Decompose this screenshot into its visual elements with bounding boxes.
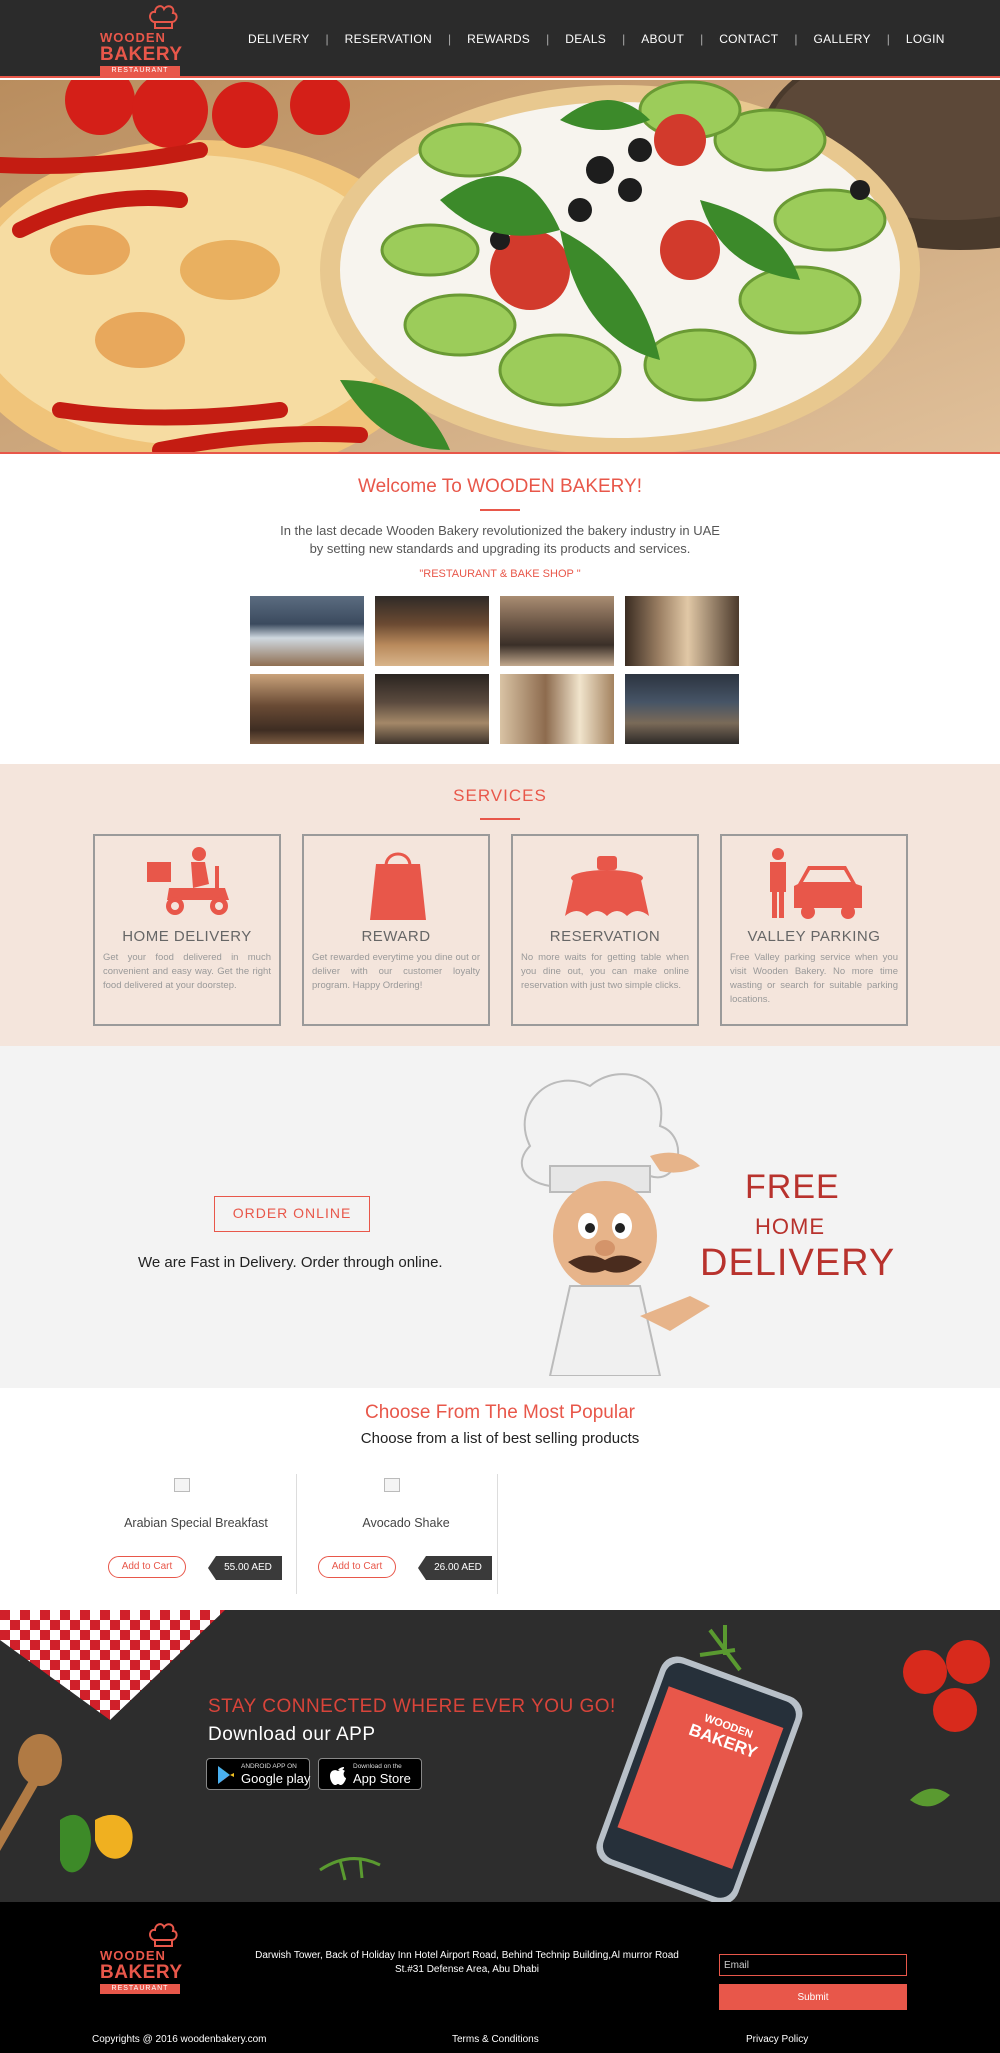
- nav-rewards[interactable]: REWARDS: [451, 32, 546, 46]
- chef-mascot-image: [520, 1073, 710, 1376]
- welcome-line-1: In the last decade Wooden Bakery revolut…: [280, 523, 720, 538]
- add-to-cart-button[interactable]: Add to Cart: [318, 1556, 396, 1578]
- order-online-button[interactable]: ORDER ONLINE: [214, 1196, 370, 1232]
- add-to-cart-button[interactable]: Add to Cart: [108, 1556, 186, 1578]
- delivery-text: DELIVERY: [700, 1242, 896, 1284]
- price-tag: 55.00 AED: [208, 1556, 282, 1580]
- service-card-reservation[interactable]: RESERVATION No more waits for getting ta…: [511, 834, 699, 1026]
- hero-banner-image: [0, 80, 1000, 454]
- order-online-section: ORDER ONLINE We are Fast in Delivery. Or…: [0, 1046, 1000, 1388]
- title-underline: [480, 509, 520, 511]
- broken-image-icon: [384, 1478, 400, 1492]
- app-background-image: [0, 1610, 990, 1902]
- service-description: No more waits for getting table when you…: [521, 952, 689, 991]
- popular-title: Choose From The Most Popular: [365, 1402, 635, 1423]
- shopping-bag-icon: [370, 852, 426, 920]
- welcome-tagline: "RESTAURANT & BAKE SHOP ": [419, 568, 581, 580]
- welcome-line-2: by setting new standards and upgrading i…: [309, 541, 691, 556]
- app-subheading: Download our APP: [208, 1724, 376, 1745]
- order-tagline: We are Fast in Delivery. Order through o…: [138, 1254, 443, 1271]
- service-name: REWARD: [361, 928, 431, 945]
- gallery-photo[interactable]: [250, 674, 364, 744]
- logo-line-2: BAKERY: [100, 44, 183, 65]
- privacy-link[interactable]: Privacy Policy: [746, 2034, 808, 2045]
- gallery-photo[interactable]: [500, 674, 614, 744]
- free-text: FREE: [745, 1168, 840, 1206]
- gallery-photo[interactable]: [375, 674, 489, 744]
- services-title: SERVICES: [453, 786, 547, 805]
- nav-gallery[interactable]: GALLERY: [798, 32, 887, 46]
- newsletter-email-input[interactable]: [719, 1954, 907, 1976]
- app-download-section: WOODEN BAKERY STAY CONNECTED WHERE EVER …: [0, 1610, 1000, 1902]
- popular-subtitle: Choose from a list of best selling produ…: [360, 1430, 640, 1447]
- logo[interactable]: WOODEN BAKERY RESTAURANT: [100, 4, 183, 76]
- app-store-label: App Store: [353, 1771, 411, 1786]
- footer-address-line-2: St.#31 Defense Area, Abu Dhabi: [395, 1964, 539, 1975]
- title-underline: [480, 818, 520, 820]
- nav-about[interactable]: ABOUT: [625, 32, 700, 46]
- restaurant-gallery: [250, 596, 750, 746]
- footer-logo[interactable]: WOODEN BAKERY RESTAURANT: [100, 1922, 183, 1994]
- service-name: HOME DELIVERY: [122, 928, 252, 945]
- gallery-photo[interactable]: [625, 596, 739, 666]
- service-name: VALLEY PARKING: [747, 928, 881, 945]
- chef-hat-icon: [149, 5, 178, 29]
- divider: [296, 1474, 297, 1594]
- service-card-valley-parking[interactable]: VALLEY PARKING Free Valley parking servi…: [720, 834, 908, 1026]
- logo-line-2: BAKERY: [100, 1962, 183, 1983]
- nav-reservation[interactable]: RESERVATION: [329, 32, 448, 46]
- chef-hat-icon: [149, 1923, 178, 1947]
- app-store-small: Download on the: [353, 1763, 402, 1770]
- app-heading: STAY CONNECTED WHERE EVER YOU GO!: [208, 1696, 616, 1717]
- site-footer: WOODEN BAKERY RESTAURANT Darwish Tower, …: [0, 1902, 1000, 2053]
- main-nav: DELIVERY | RESERVATION | REWARDS | DEALS | A…: [232, 30, 961, 48]
- gallery-photo[interactable]: [250, 596, 364, 666]
- service-card-reward[interactable]: REWARD Get rewarded everytime you dine o…: [302, 834, 490, 1026]
- welcome-section: Welcome To WOODEN BAKERY! In the last de…: [0, 456, 1000, 764]
- google-play-label: Google play: [241, 1771, 311, 1786]
- product-name[interactable]: Avocado Shake: [312, 1516, 500, 1530]
- google-play-button[interactable]: ANDROID APP ON Google play: [206, 1758, 310, 1790]
- service-description: Get rewarded everytime you dine out or d…: [312, 952, 480, 991]
- service-card-home-delivery[interactable]: HOME DELIVERY Get your food delivered in…: [93, 834, 281, 1026]
- divider: [497, 1474, 498, 1594]
- service-description: Free Valley parking service when you vis…: [730, 952, 898, 1005]
- welcome-title: Welcome To WOODEN BAKERY!: [357, 476, 643, 497]
- service-description: Get your food delivered in much convenie…: [103, 952, 271, 991]
- footer-address-line-1: Darwish Tower, Back of Holiday Inn Hotel…: [255, 1950, 679, 1961]
- nav-contact[interactable]: CONTACT: [703, 32, 794, 46]
- app-store-button[interactable]: Download on the App Store: [318, 1758, 422, 1790]
- home-text: HOME: [755, 1214, 825, 1239]
- scooter-icon: [147, 847, 229, 915]
- gallery-photo[interactable]: [375, 596, 489, 666]
- terms-link[interactable]: Terms & Conditions: [452, 2034, 539, 2045]
- price-tag: 26.00 AED: [418, 1556, 492, 1580]
- gallery-photo[interactable]: [500, 596, 614, 666]
- gallery-photo[interactable]: [625, 674, 739, 744]
- services-section: SERVICES HOME DELIVERY Get your food del…: [0, 764, 1000, 1046]
- copyright-text: Copyrights @ 2016 woodenbakery.com: [92, 2034, 267, 2045]
- logo-line-1: WOODEN: [100, 30, 166, 45]
- product-name[interactable]: Arabian Special Breakfast: [102, 1516, 290, 1530]
- apple-icon: [330, 1767, 346, 1785]
- google-play-icon: [218, 1766, 234, 1784]
- site-header: WOODEN BAKERY RESTAURANT DELIVERY | RESER…: [0, 0, 1000, 78]
- nav-login[interactable]: LOGIN: [890, 32, 961, 46]
- logo-line-1: WOODEN: [100, 1948, 166, 1963]
- google-play-small: ANDROID APP ON: [241, 1763, 297, 1770]
- product-card: Avocado Shake Add to Cart 26.00 AED: [312, 1474, 520, 1592]
- popular-products-section: Choose From The Most Popular Choose from…: [0, 1388, 1000, 1610]
- nav-delivery[interactable]: DELIVERY: [232, 32, 326, 46]
- newsletter-submit-button[interactable]: Submit: [719, 1984, 907, 2010]
- valet-car-icon: [770, 848, 862, 919]
- product-card: Arabian Special Breakfast Add to Cart 55…: [102, 1474, 310, 1592]
- nav-deals[interactable]: DEALS: [549, 32, 622, 46]
- logo-line-3: RESTAURANT: [100, 66, 180, 76]
- pizza-salad-image: [0, 80, 1000, 452]
- broken-image-icon: [174, 1478, 190, 1492]
- reserved-table-icon: [565, 856, 649, 916]
- logo-line-3: RESTAURANT: [100, 1984, 180, 1994]
- service-name: RESERVATION: [549, 928, 661, 945]
